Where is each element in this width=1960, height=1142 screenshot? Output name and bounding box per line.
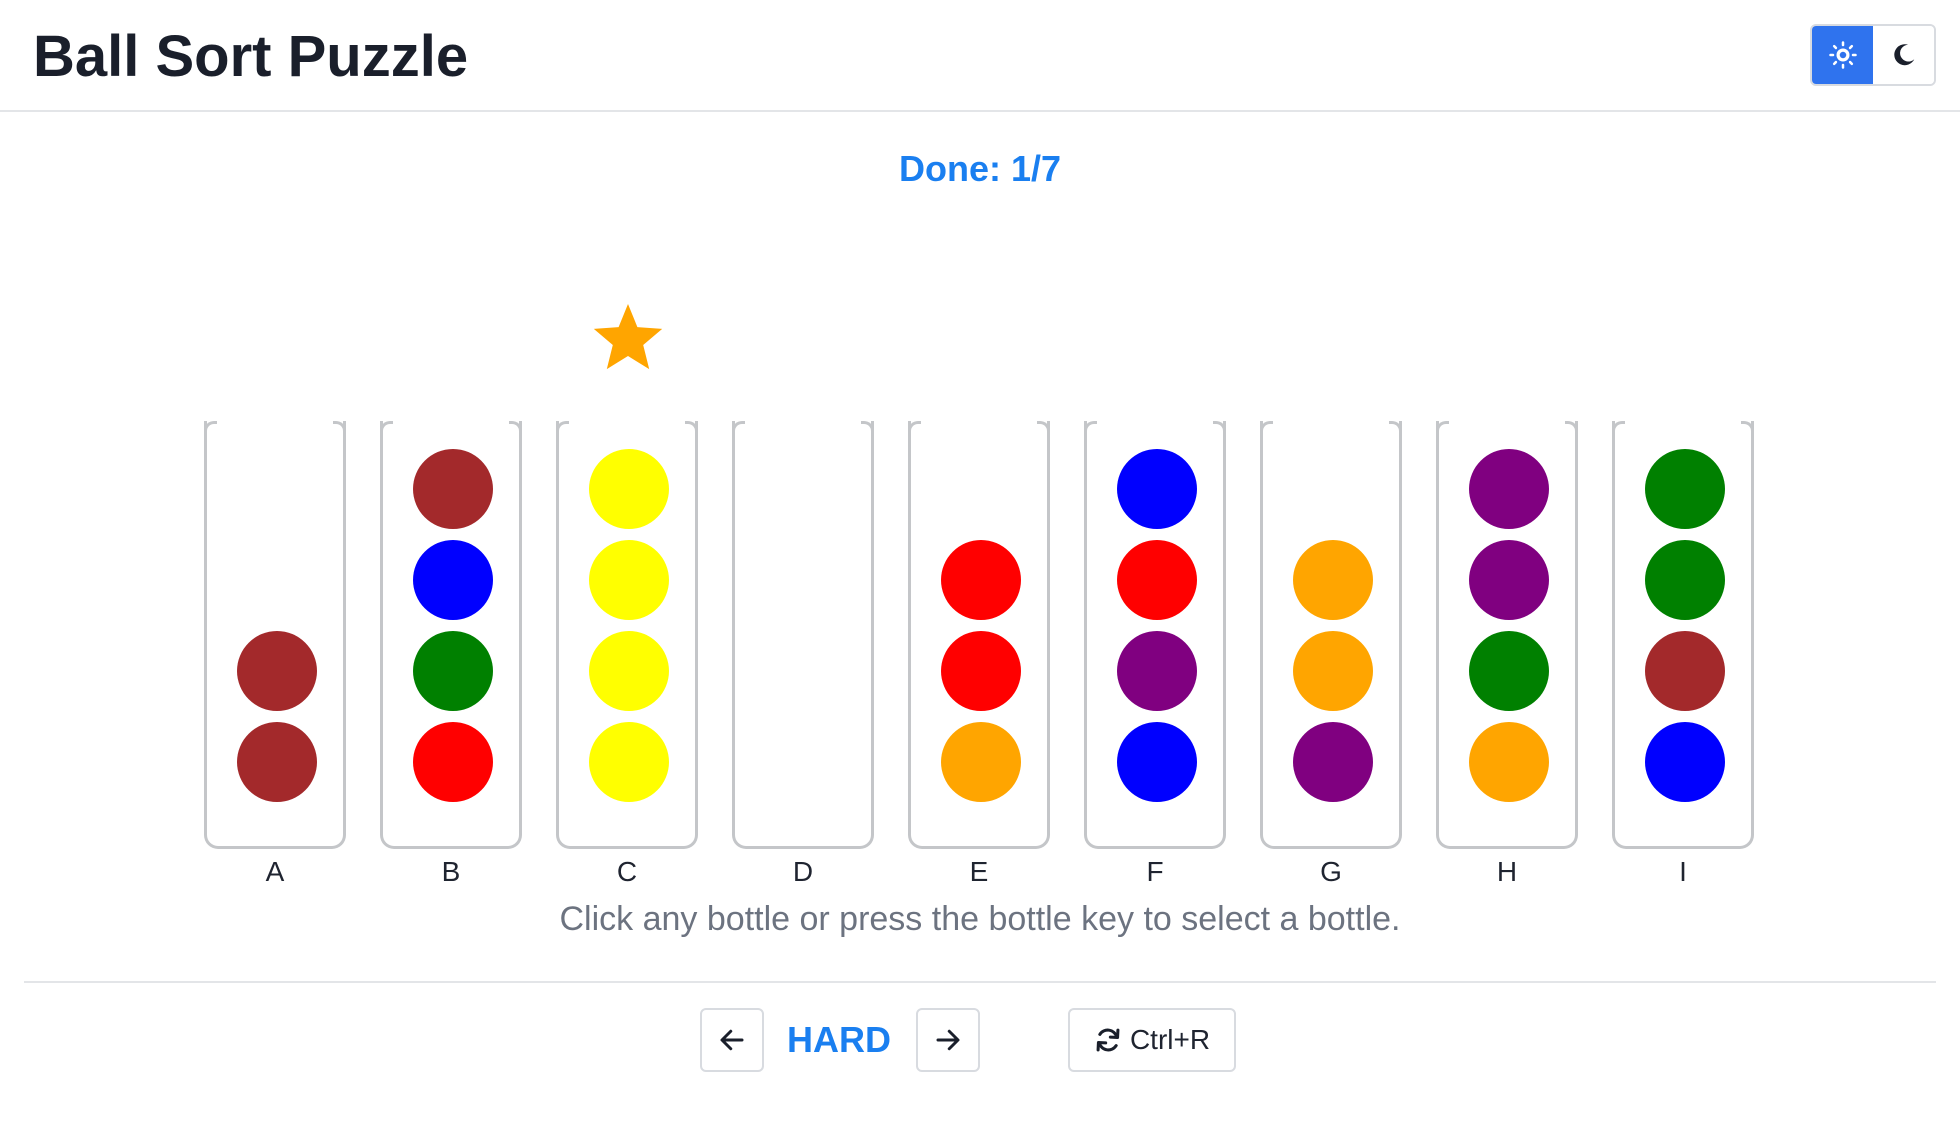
bottle-column-d: D (732, 421, 874, 889)
bottle-label: H (1496, 856, 1518, 887)
ball-yellow (589, 722, 669, 802)
bottle-column-g: G (1260, 421, 1402, 889)
bottle-label: D (792, 856, 814, 887)
arrow-left-icon (720, 1029, 744, 1051)
instruction-text: Click any bottle or press the bottle key… (559, 900, 1401, 938)
ball-red (941, 631, 1021, 711)
ball-green (1645, 540, 1725, 620)
ball-orange (1469, 722, 1549, 802)
ball-green (1469, 631, 1549, 711)
bottle-b[interactable] (380, 421, 522, 849)
bottle-column-f: F (1084, 421, 1226, 889)
bottle-label: I (1679, 856, 1687, 887)
ball-red (941, 540, 1021, 620)
ball-purple (1117, 631, 1197, 711)
ball-purple (1293, 722, 1373, 802)
star-icon (593, 304, 663, 370)
ball-orange (1293, 631, 1373, 711)
bottle-c[interactable] (556, 421, 698, 849)
bottle-a[interactable] (204, 421, 346, 849)
bottle-column-a: A (204, 421, 346, 889)
ball-yellow (589, 631, 669, 711)
ball-blue (1117, 722, 1197, 802)
app-header: Ball Sort Puzzle (0, 0, 1960, 112)
bottle-column-b: B (380, 421, 522, 889)
ball-purple (1469, 449, 1549, 529)
ball-yellow (589, 540, 669, 620)
ball-green (413, 631, 493, 711)
restart-button[interactable]: Ctrl+R (1068, 1008, 1236, 1072)
bottle-column-i: I (1612, 421, 1754, 889)
ball-purple (1469, 540, 1549, 620)
ball-brown (413, 449, 493, 529)
light-theme-button[interactable] (1812, 26, 1873, 84)
moon-icon (1893, 44, 1914, 66)
ball-red (1117, 540, 1197, 620)
bottle-label: C (616, 856, 638, 887)
ball-brown (1645, 631, 1725, 711)
ball-green (1645, 449, 1725, 529)
bottle-f[interactable] (1084, 421, 1226, 849)
restart-shortcut-label: Ctrl+R (1129, 1024, 1211, 1055)
ball-red (413, 722, 493, 802)
bottle-label: A (265, 856, 285, 887)
bottle-d[interactable] (732, 421, 874, 849)
bottle-label: G (1320, 856, 1342, 887)
bottle-i[interactable] (1612, 421, 1754, 849)
bottle-column-c: C (556, 421, 698, 889)
dark-theme-button[interactable] (1873, 26, 1934, 84)
sun-icon (1828, 41, 1857, 69)
ball-brown (237, 722, 317, 802)
bottle-label: B (441, 856, 461, 887)
ball-brown (237, 631, 317, 711)
bottle-label: E (969, 856, 989, 887)
ball-blue (1645, 722, 1725, 802)
ball-orange (1293, 540, 1373, 620)
next-level-button[interactable] (916, 1008, 980, 1072)
bottle-e[interactable] (908, 421, 1050, 849)
bottle-column-h: H (1436, 421, 1578, 889)
ball-orange (941, 722, 1021, 802)
bottle-g[interactable] (1260, 421, 1402, 849)
progress-status: Done: 1/7 (898, 148, 1062, 189)
theme-toggle (1810, 24, 1936, 86)
bottle-rack: A B C D E F G H I (204, 421, 1760, 891)
ball-blue (1117, 449, 1197, 529)
previous-level-button[interactable] (700, 1008, 764, 1072)
ball-blue (413, 540, 493, 620)
difficulty-label: HARD (787, 1019, 891, 1060)
app-title: Ball Sort Puzzle (33, 24, 469, 89)
footer-divider (24, 981, 1936, 983)
refresh-icon (1096, 1028, 1120, 1052)
bottle-label: F (1146, 856, 1164, 887)
bottle-h[interactable] (1436, 421, 1578, 849)
arrow-right-icon (936, 1029, 960, 1051)
bottle-column-e: E (908, 421, 1050, 889)
ball-yellow (589, 449, 669, 529)
